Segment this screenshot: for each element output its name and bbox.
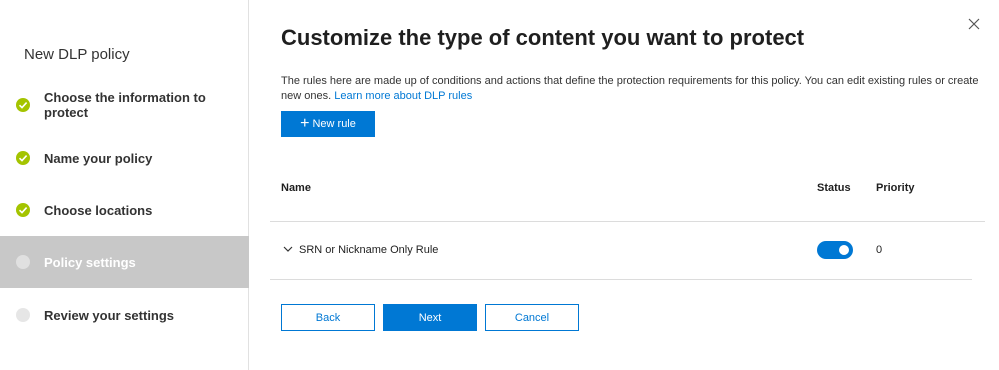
step-choose-locations[interactable]: Choose locations (0, 184, 249, 236)
circle-icon (16, 255, 30, 269)
next-button[interactable]: Next (383, 304, 477, 331)
rule-name: SRN or Nickname Only Rule (299, 244, 439, 256)
step-label: Policy settings (44, 254, 136, 270)
description: The rules here are made up of conditions… (281, 74, 981, 104)
new-rule-button[interactable]: + New rule (281, 111, 375, 137)
plus-icon: + (300, 115, 310, 132)
column-header-name[interactable]: Name (281, 182, 311, 194)
step-label: Name your policy (44, 150, 153, 166)
checkmark-icon (16, 203, 30, 217)
page-title: Customize the type of content you want t… (281, 25, 805, 50)
step-review-settings[interactable]: Review your settings (0, 289, 249, 341)
circle-icon (16, 308, 30, 322)
close-icon[interactable] (966, 18, 982, 34)
column-header-status[interactable]: Status (817, 182, 851, 194)
back-button[interactable]: Back (281, 304, 375, 331)
checkmark-icon (16, 151, 30, 165)
cancel-button[interactable]: Cancel (485, 304, 579, 331)
toggle-knob (839, 245, 849, 255)
step-policy-settings[interactable]: Policy settings (0, 236, 249, 288)
wizard-sidebar: New DLP policy Choose the information to… (0, 0, 249, 370)
step-choose-information[interactable]: Choose the information to protect (0, 79, 249, 131)
column-header-priority[interactable]: Priority (876, 182, 915, 194)
wizard-title: New DLP policy (24, 46, 130, 63)
rule-priority: 0 (876, 244, 883, 256)
table-row[interactable]: SRN or Nickname Only Rule 0 (270, 222, 985, 279)
step-label: Review your settings (44, 307, 175, 323)
step-name-policy[interactable]: Name your policy (0, 132, 249, 184)
chevron-down-icon[interactable] (282, 242, 294, 254)
step-label: Choose the information to protect (44, 90, 206, 120)
learn-more-link[interactable]: Learn more about DLP rules (334, 90, 472, 102)
table-divider (270, 279, 972, 280)
step-label: Choose locations (44, 202, 153, 218)
new-rule-label: New rule (312, 118, 356, 130)
checkmark-icon (16, 98, 30, 112)
rule-status-toggle[interactable] (817, 241, 853, 259)
